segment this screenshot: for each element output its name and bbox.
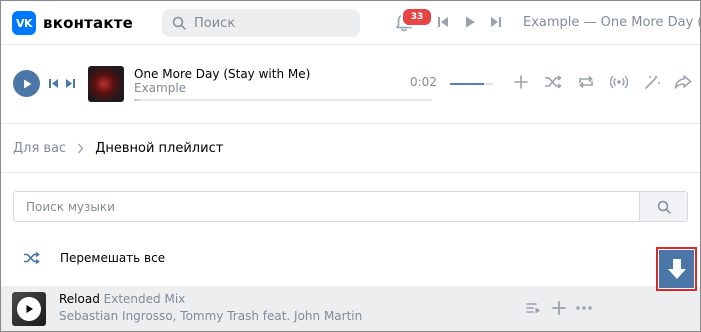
- previous-track-icon[interactable]: [437, 15, 449, 29]
- volume-fill: [450, 83, 485, 85]
- track-row[interactable]: Reload Extended Mix Sebastian Ingrosso, …: [1, 286, 700, 331]
- player-progress-bar[interactable]: [134, 99, 432, 101]
- header-search[interactable]: Поиск: [162, 9, 360, 37]
- search-placeholder: Поиск: [194, 15, 236, 31]
- audio-player: One More Day (Stay with Me) Example 0:02: [1, 58, 700, 110]
- share-icon[interactable]: [674, 74, 692, 90]
- player-track-artist[interactable]: Example: [134, 81, 186, 95]
- more-options-icon[interactable]: [575, 300, 593, 316]
- download-button[interactable]: [656, 247, 697, 291]
- header-now-playing[interactable]: Example — One More Day (Stay: [523, 15, 700, 30]
- next-track-icon[interactable]: [490, 15, 502, 29]
- add-icon[interactable]: [551, 300, 567, 316]
- top-header: VK вконтакте Поиск 33 Example — One More: [1, 1, 700, 45]
- track-play-button[interactable]: [17, 297, 41, 321]
- player-track-title: One More Day (Stay with Me): [134, 67, 311, 81]
- play-icon[interactable]: [464, 15, 476, 29]
- next-track-icon[interactable]: [65, 77, 76, 90]
- player-progress-fill: [134, 99, 140, 101]
- play-icon: [26, 305, 33, 313]
- track-cover[interactable]: [12, 292, 46, 326]
- broadcast-icon[interactable]: [610, 74, 628, 90]
- shuffle-icon[interactable]: [544, 74, 562, 90]
- track-artist[interactable]: Sebastian Ingrosso, Tommy Trash feat. Jo…: [59, 309, 362, 323]
- play-icon: [23, 79, 31, 88]
- playlist-panel: Для вас Дневной плейлист Поиск музыки Пе…: [1, 123, 700, 331]
- shuffle-all-label: Перемешать все: [60, 251, 166, 265]
- play-next-icon[interactable]: [525, 300, 541, 316]
- player-play-button[interactable]: [13, 70, 40, 97]
- breadcrumb-current: Дневной плейлист: [95, 141, 224, 156]
- search-icon: [172, 16, 186, 30]
- vk-logo-mark: VK: [12, 11, 36, 35]
- arrow-down-icon: [667, 259, 686, 279]
- track-name: Reload: [59, 292, 100, 306]
- music-search-input[interactable]: Поиск музыки: [13, 191, 688, 222]
- shuffle-icon: [24, 251, 40, 265]
- vk-window: VK вконтакте Поиск 33 Example — One More: [0, 0, 701, 332]
- repeat-icon[interactable]: [577, 74, 595, 90]
- player-time: 0:02: [410, 75, 437, 89]
- shuffle-all-button[interactable]: Перемешать все: [23, 251, 165, 265]
- chevron-right-icon: [78, 143, 84, 154]
- music-search-placeholder: Поиск музыки: [26, 200, 115, 214]
- vk-logo[interactable]: VK вконтакте: [12, 11, 133, 35]
- volume-slider[interactable]: [450, 83, 493, 85]
- breadcrumb: Для вас Дневной плейлист: [13, 141, 223, 156]
- divider: [1, 172, 700, 173]
- previous-track-icon[interactable]: [48, 77, 59, 90]
- download-button-fill: [659, 250, 694, 288]
- notifications-badge: 33: [401, 7, 433, 27]
- music-search-button[interactable]: [639, 192, 687, 221]
- search-icon: [657, 200, 671, 214]
- album-cover: [88, 66, 124, 102]
- track-subtitle: Extended Mix: [103, 292, 186, 306]
- breadcrumb-parent[interactable]: Для вас: [13, 141, 66, 156]
- track-title: Reload Extended Mix: [59, 292, 185, 306]
- add-icon[interactable]: [513, 74, 529, 90]
- vk-logo-text: вконтакте: [43, 14, 134, 32]
- recommendations-icon[interactable]: [643, 74, 661, 90]
